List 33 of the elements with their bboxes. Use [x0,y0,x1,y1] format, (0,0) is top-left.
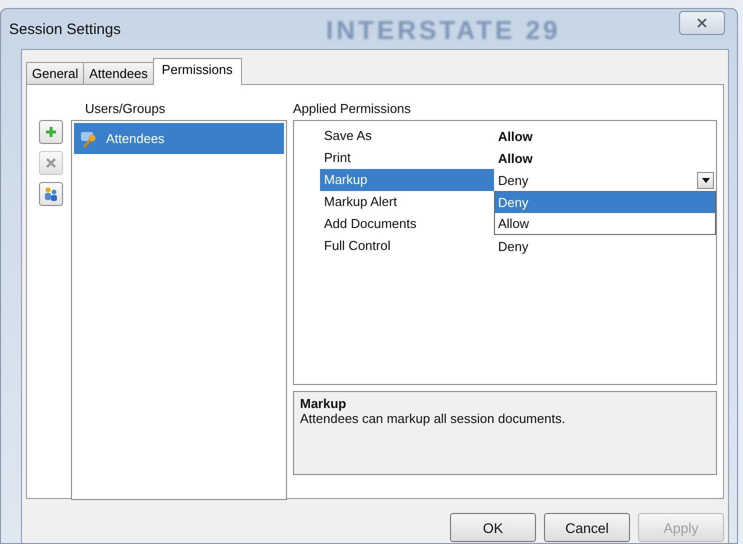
permission-value: Allow [497,128,533,144]
tab[interactable]: Permissions [152,58,242,85]
list-item-label: Attendees [106,131,165,146]
plus-icon [45,126,57,138]
permission-value: Deny [497,238,528,254]
permission-name[interactable]: Print [320,147,494,169]
list-item[interactable]: Attendees [74,123,284,154]
permission-name[interactable]: Save As [320,125,494,147]
dialog-button[interactable]: OK [450,513,536,542]
window-title: Session Settings [9,20,121,38]
close-button[interactable] [679,11,725,35]
users-button[interactable] [39,182,63,206]
description-title: Markup [300,396,348,411]
caret-icon [702,178,710,182]
section-label: Applied Permissions [293,100,412,118]
backdrop-text: INTERSTATE 29 [326,15,561,46]
dropdown-value: Deny [498,172,528,188]
users-icon [43,186,59,202]
dropdown-option[interactable]: Deny [495,192,715,213]
close-icon [46,158,56,168]
permission-value: Allow [497,150,533,166]
permission-name[interactable]: Full Control [320,235,494,257]
close-icon [697,18,707,28]
permission-name[interactable]: Markup [320,169,494,191]
tab[interactable]: Attendees [83,62,154,85]
permission-name[interactable]: Markup Alert [320,191,494,213]
permission-name[interactable]: Add Documents [320,213,494,235]
tab[interactable]: General [26,62,84,85]
dropdown-button[interactable] [697,172,714,188]
section-label: Users/Groups [84,100,166,118]
dialog-button[interactable]: Cancel [544,513,630,542]
add-button[interactable] [39,120,63,144]
description-text: Attendees can markup all session documents. [300,411,566,426]
